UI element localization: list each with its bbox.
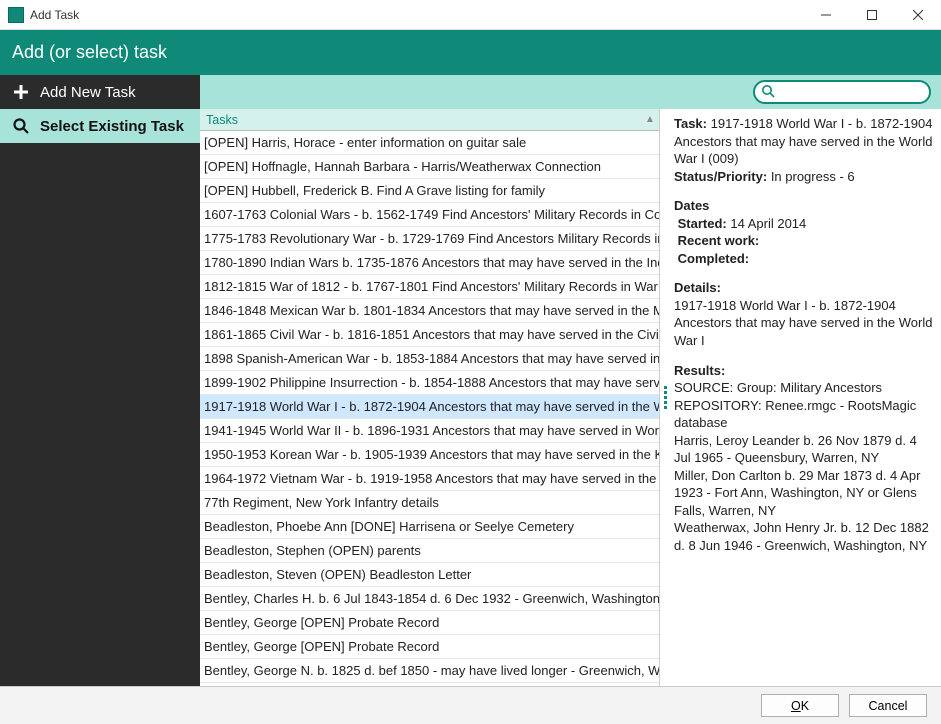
page-title: Add (or select) task: [12, 42, 167, 63]
task-row[interactable]: 1899-1902 Philippine Insurrection - b. 1…: [200, 371, 659, 395]
task-row[interactable]: Bentley, Charles H. b. 6 Jul 1843-1854 d…: [200, 587, 659, 611]
plus-icon: [12, 83, 30, 101]
task-row[interactable]: Bentley, George [OPEN] Probate Record: [200, 635, 659, 659]
search-row: [200, 75, 941, 109]
page-header: Add (or select) task: [0, 30, 941, 75]
detail-dates-block: Dates Started: 14 April 2014 Recent work…: [674, 197, 933, 267]
task-row[interactable]: Beadleston, Steven (OPEN) Beadleston Let…: [200, 563, 659, 587]
task-row[interactable]: 1941-1945 World War II - b. 1896-1931 An…: [200, 419, 659, 443]
sidebar-item-add-new-task[interactable]: Add New Task: [0, 75, 200, 109]
sidebar-item-select-existing-task[interactable]: Select Existing Task: [0, 109, 200, 143]
task-row[interactable]: 1917-1918 World War I - b. 1872-1904 Anc…: [200, 395, 659, 419]
search-icon: [12, 117, 30, 135]
task-row[interactable]: 1846-1848 Mexican War b. 1801-1834 Ances…: [200, 299, 659, 323]
cancel-button[interactable]: Cancel: [849, 694, 927, 717]
splitter-handle[interactable]: [660, 109, 670, 686]
titlebar: Add Task: [0, 0, 941, 30]
ok-rest: K: [801, 699, 809, 713]
search-wrap: [753, 80, 931, 104]
detail-task-value: 1917-1918 World War I - b. 1872-1904 Anc…: [674, 116, 932, 166]
close-button[interactable]: [895, 0, 941, 30]
sidebar-item-label: Add New Task: [40, 84, 136, 101]
task-row[interactable]: 1775-1783 Revolutionary War - b. 1729-17…: [200, 227, 659, 251]
detail-recent-label: Recent work:: [678, 233, 760, 248]
detail-task-label: Task:: [674, 116, 707, 131]
detail-results-block: Results: SOURCE: Group: Military Ancesto…: [674, 362, 933, 555]
detail-started-value: 14 April 2014: [730, 216, 806, 231]
task-list-body[interactable]: [OPEN] Harris, Horace - enter informatio…: [200, 131, 659, 686]
ok-button[interactable]: OK: [761, 694, 839, 717]
detail-results-label: Results:: [674, 363, 725, 378]
column-header-tasks[interactable]: Tasks: [200, 113, 645, 127]
dialog-footer: OK Cancel: [0, 686, 941, 724]
splitter-dot: [664, 391, 667, 394]
task-row[interactable]: [OPEN] Harris, Horace - enter informatio…: [200, 131, 659, 155]
splitter-dot: [664, 396, 667, 399]
splitter-dot: [664, 406, 667, 409]
maximize-icon: [867, 10, 877, 20]
task-detail-pane: Task: 1917-1918 World War I - b. 1872-19…: [670, 109, 941, 686]
task-row[interactable]: 1964-1972 Vietnam War - b. 1919-1958 Anc…: [200, 467, 659, 491]
detail-results-value: SOURCE: Group: Military AncestorsREPOSIT…: [674, 380, 929, 553]
search-input[interactable]: [753, 80, 931, 104]
detail-status-value: In progress - 6: [771, 169, 855, 184]
app-icon: [8, 7, 24, 23]
content-split: Tasks ▲ [OPEN] Harris, Horace - enter in…: [200, 109, 941, 686]
sidebar: Add New Task Select Existing Task: [0, 75, 200, 686]
sidebar-item-label: Select Existing Task: [40, 118, 184, 135]
minimize-button[interactable]: [803, 0, 849, 30]
detail-completed-label: Completed:: [678, 251, 750, 266]
main-area: Add New Task Select Existing Task: [0, 75, 941, 686]
search-icon: [761, 84, 775, 98]
detail-details-label: Details:: [674, 280, 721, 295]
detail-details-block: Details: 1917-1918 World War I - b. 1872…: [674, 279, 933, 349]
task-row[interactable]: 1861-1865 Civil War - b. 1816-1851 Ances…: [200, 323, 659, 347]
right-pane: Tasks ▲ [OPEN] Harris, Horace - enter in…: [200, 75, 941, 686]
detail-started-label: Started:: [678, 216, 727, 231]
task-row[interactable]: 77th Regiment, New York Infantry details: [200, 491, 659, 515]
task-row[interactable]: [OPEN] Hubbell, Frederick B. Find A Grav…: [200, 179, 659, 203]
task-row[interactable]: Bentley, George N. b. 1825 d. bef 1850 -…: [200, 659, 659, 683]
task-list-header[interactable]: Tasks ▲: [200, 109, 659, 131]
task-row[interactable]: 1780-1890 Indian Wars b. 1735-1876 Ances…: [200, 251, 659, 275]
maximize-button[interactable]: [849, 0, 895, 30]
detail-dates-label: Dates: [674, 198, 709, 213]
task-row[interactable]: [OPEN] Hoffnagle, Hannah Barbara - Harri…: [200, 155, 659, 179]
task-row[interactable]: 1812-1815 War of 1812 - b. 1767-1801 Fin…: [200, 275, 659, 299]
task-list-pane: Tasks ▲ [OPEN] Harris, Horace - enter in…: [200, 109, 660, 686]
detail-task-block: Task: 1917-1918 World War I - b. 1872-19…: [674, 115, 933, 185]
detail-details-value: 1917-1918 World War I - b. 1872-1904 Anc…: [674, 298, 932, 348]
detail-status-label: Status/Priority:: [674, 169, 767, 184]
minimize-icon: [821, 10, 831, 20]
task-row[interactable]: 1898 Spanish-American War - b. 1853-1884…: [200, 347, 659, 371]
close-icon: [913, 10, 923, 20]
task-row[interactable]: 1950-1953 Korean War - b. 1905-1939 Ance…: [200, 443, 659, 467]
splitter-dot: [664, 386, 667, 389]
sort-ascending-icon: ▲: [645, 114, 659, 125]
task-row[interactable]: Bentley, George [OPEN] Probate Record: [200, 611, 659, 635]
window-title: Add Task: [30, 8, 803, 22]
task-row[interactable]: Beadleston, Phoebe Ann [DONE] Harrisena …: [200, 515, 659, 539]
task-row[interactable]: Beadleston, Stephen (OPEN) parents: [200, 539, 659, 563]
splitter-dot: [664, 401, 667, 404]
task-row[interactable]: 1607-1763 Colonial Wars - b. 1562-1749 F…: [200, 203, 659, 227]
